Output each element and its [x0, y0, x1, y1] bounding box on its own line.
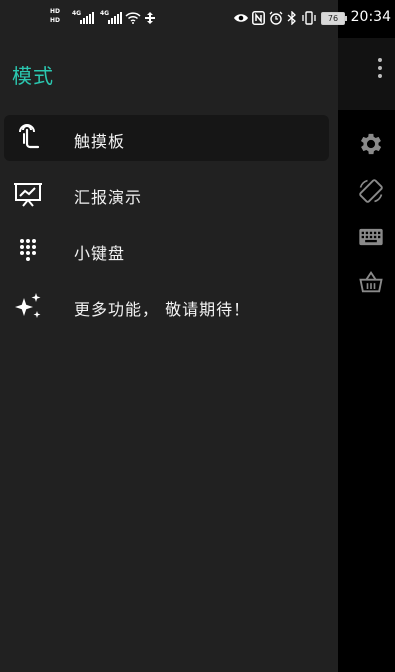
eye-icon	[234, 14, 248, 22]
keypad-icon	[12, 234, 44, 266]
keyboard-icon[interactable]	[357, 223, 385, 251]
gear-icon[interactable]	[357, 130, 385, 158]
bluetooth-icon	[287, 11, 296, 25]
sparkle-icon	[12, 290, 44, 322]
menu-item-touchpad[interactable]: 触摸板	[4, 115, 329, 161]
clock-time: 20:34	[350, 9, 391, 25]
overflow-menu-icon[interactable]	[372, 58, 388, 80]
signal-4g-icon	[80, 12, 94, 24]
alarm-icon	[269, 11, 283, 25]
menu-item-keypad[interactable]: 小键盘	[4, 227, 329, 273]
battery-icon: 76	[321, 12, 347, 25]
signal-4g-icon	[108, 12, 122, 24]
data-transfer-icon	[145, 12, 155, 24]
menu-item-label: 更多功能， 敬请期待！	[74, 300, 251, 319]
rotate-screen-icon[interactable]	[357, 177, 385, 205]
hd-icon: HD	[50, 8, 61, 15]
status-right: 76 20:34	[233, 9, 391, 30]
drawer-title: 模式	[12, 64, 54, 88]
vibrate-icon	[302, 11, 316, 25]
basket-icon[interactable]	[357, 268, 385, 296]
status-bar: HD HD 4G 4G 76 20:34	[0, 0, 395, 38]
wifi-icon	[125, 12, 141, 24]
menu-item-label: 小键盘	[74, 244, 126, 263]
touch-icon	[12, 122, 44, 154]
nfc-icon	[252, 11, 265, 25]
battery-level: 76	[327, 14, 339, 23]
navigation-drawer: 模式 触摸板 汇报演示 小键盘 更多功能， 敬请期待！	[0, 0, 338, 672]
menu-item-presentation[interactable]: 汇报演示	[4, 171, 329, 217]
presentation-icon	[12, 178, 44, 210]
status-left: HD HD 4G 4G	[50, 8, 160, 30]
menu-item-label: 汇报演示	[74, 188, 143, 207]
menu-item-label: 触摸板	[74, 132, 126, 151]
menu-item-more-features[interactable]: 更多功能， 敬请期待！	[4, 283, 329, 329]
hd-icon: HD	[50, 17, 61, 24]
